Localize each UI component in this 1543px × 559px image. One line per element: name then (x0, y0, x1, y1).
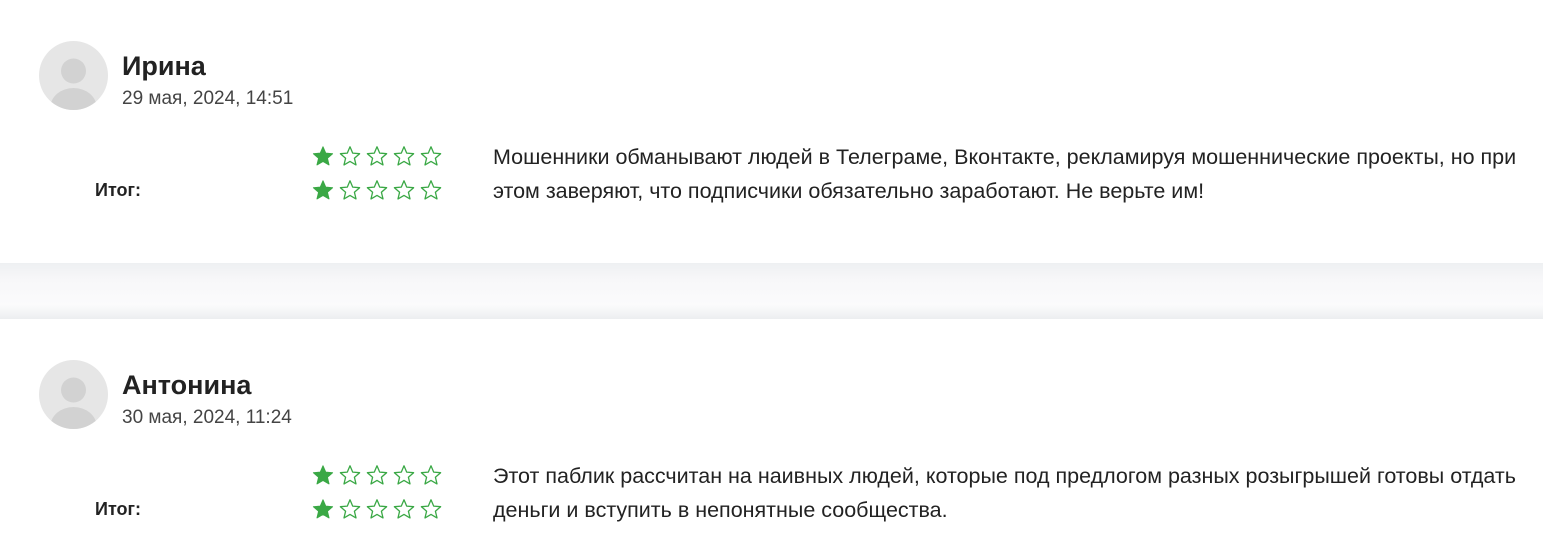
star-outline-icon (366, 179, 388, 201)
star-filled-icon (312, 145, 334, 167)
star-outline-icon (420, 145, 442, 167)
star-outline-icon (366, 145, 388, 167)
total-rating-stars (312, 498, 442, 520)
star-outline-icon (339, 145, 361, 167)
total-rating-stars (312, 179, 442, 201)
review-text: Мошенники обманывают людей в Телеграме, … (493, 145, 1517, 203)
star-filled-icon (312, 464, 334, 486)
star-outline-icon (393, 179, 415, 201)
review-card: Антонина 30 мая, 2024, 11:24 Итог: Этот … (0, 319, 1543, 559)
star-outline-icon (339, 464, 361, 486)
review-date: 30 мая, 2024, 11:24 (122, 407, 292, 428)
star-outline-icon (420, 179, 442, 201)
star-outline-icon (393, 145, 415, 167)
rating-stars (312, 145, 442, 167)
rating-stars (312, 464, 442, 486)
total-label: Итог: (95, 499, 142, 519)
review-author: Ирина (122, 51, 206, 81)
review-date: 29 мая, 2024, 14:51 (122, 88, 294, 109)
review-text: Этот паблик рассчитан на наивных людей, … (493, 464, 1516, 522)
star-outline-icon (420, 498, 442, 520)
avatar-icon (39, 360, 108, 429)
star-outline-icon (339, 179, 361, 201)
star-filled-icon (312, 179, 334, 201)
star-outline-icon (366, 498, 388, 520)
total-label: Итог: (95, 180, 142, 200)
avatar-icon (39, 41, 108, 110)
review-author: Антонина (122, 370, 252, 400)
review-card: Ирина 29 мая, 2024, 14:51 Итог: Мошенник… (0, 0, 1543, 263)
star-outline-icon (393, 498, 415, 520)
review-separator (0, 263, 1543, 319)
star-outline-icon (366, 464, 388, 486)
star-outline-icon (393, 464, 415, 486)
star-outline-icon (420, 464, 442, 486)
star-filled-icon (312, 498, 334, 520)
star-outline-icon (339, 498, 361, 520)
